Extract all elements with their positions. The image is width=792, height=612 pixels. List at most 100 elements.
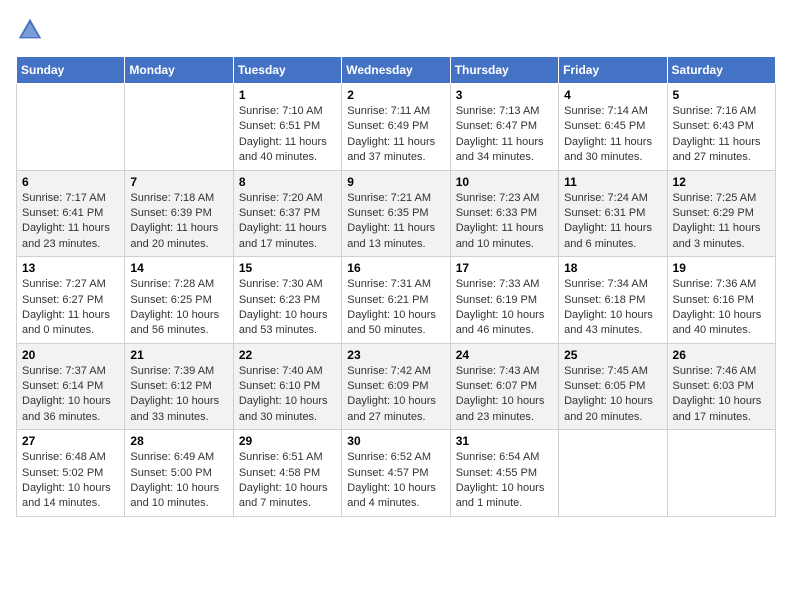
calendar-cell: 15Sunrise: 7:30 AM Sunset: 6:23 PM Dayli… bbox=[233, 257, 341, 344]
day-info: Sunrise: 7:24 AM Sunset: 6:31 PM Dayligh… bbox=[564, 191, 661, 253]
day-info: Sunrise: 7:31 AM Sunset: 6:21 PM Dayligh… bbox=[347, 277, 444, 339]
day-number: 1 bbox=[239, 88, 336, 102]
day-number: 29 bbox=[239, 434, 336, 448]
day-number: 21 bbox=[130, 348, 227, 362]
day-info: Sunrise: 7:28 AM Sunset: 6:25 PM Dayligh… bbox=[130, 277, 227, 339]
day-info: Sunrise: 7:21 AM Sunset: 6:35 PM Dayligh… bbox=[347, 191, 444, 253]
calendar-cell: 9 Sunrise: 7:21 AM Sunset: 6:35 PM Daylig… bbox=[342, 170, 450, 257]
day-number: 16 bbox=[347, 261, 444, 275]
calendar-cell: 5Sunrise: 7:16 AM Sunset: 6:43 PM Daylig… bbox=[667, 84, 775, 171]
calendar-cell: 16 Sunrise: 7:31 AM Sunset: 6:21 PM Dayli… bbox=[342, 257, 450, 344]
day-number: 28 bbox=[130, 434, 227, 448]
day-info: Sunrise: 6:54 AM Sunset: 4:55 PM Dayligh… bbox=[456, 450, 553, 512]
logo bbox=[16, 16, 48, 44]
day-number: 17 bbox=[456, 261, 553, 275]
day-info: Sunrise: 7:13 AM Sunset: 6:47 PM Dayligh… bbox=[456, 104, 553, 166]
calendar-cell: 12 Sunrise: 7:25 AM Sunset: 6:29 PM Dayli… bbox=[667, 170, 775, 257]
day-number: 18 bbox=[564, 261, 661, 275]
day-header-saturday: Saturday bbox=[667, 57, 775, 84]
calendar-cell: 14Sunrise: 7:28 AM Sunset: 6:25 PM Dayli… bbox=[125, 257, 233, 344]
day-number: 4 bbox=[564, 88, 661, 102]
day-header-monday: Monday bbox=[125, 57, 233, 84]
calendar-cell: 11 Sunrise: 7:24 AM Sunset: 6:31 PM Dayli… bbox=[559, 170, 667, 257]
day-number: 22 bbox=[239, 348, 336, 362]
day-info: Sunrise: 7:45 AM Sunset: 6:05 PM Dayligh… bbox=[564, 364, 661, 426]
day-info: Sunrise: 7:27 AM Sunset: 6:27 PM Dayligh… bbox=[22, 277, 119, 339]
calendar-cell: 1 Sunrise: 7:10 AM Sunset: 6:51 PM Daylig… bbox=[233, 84, 341, 171]
calendar-cell: 20 Sunrise: 7:37 AM Sunset: 6:14 PM Dayli… bbox=[17, 343, 125, 430]
day-info: Sunrise: 7:46 AM Sunset: 6:03 PM Dayligh… bbox=[673, 364, 770, 426]
calendar-cell: 13 Sunrise: 7:27 AM Sunset: 6:27 PM Dayli… bbox=[17, 257, 125, 344]
calendar-cell: 25 Sunrise: 7:45 AM Sunset: 6:05 PM Dayli… bbox=[559, 343, 667, 430]
day-info: Sunrise: 7:34 AM Sunset: 6:18 PM Dayligh… bbox=[564, 277, 661, 339]
logo-icon bbox=[16, 16, 44, 44]
calendar-cell: 30 Sunrise: 6:52 AM Sunset: 4:57 PM Dayli… bbox=[342, 430, 450, 517]
calendar-cell: 23 Sunrise: 7:42 AM Sunset: 6:09 PM Dayli… bbox=[342, 343, 450, 430]
day-info: Sunrise: 7:14 AM Sunset: 6:45 PM Dayligh… bbox=[564, 104, 661, 166]
day-info: Sunrise: 7:39 AM Sunset: 6:12 PM Dayligh… bbox=[130, 364, 227, 426]
calendar-cell: 28 Sunrise: 6:49 AM Sunset: 5:00 PM Dayli… bbox=[125, 430, 233, 517]
calendar-cell bbox=[17, 84, 125, 171]
day-info: Sunrise: 7:11 AM Sunset: 6:49 PM Dayligh… bbox=[347, 104, 444, 166]
day-info: Sunrise: 7:36 AM Sunset: 6:16 PM Dayligh… bbox=[673, 277, 770, 339]
day-number: 23 bbox=[347, 348, 444, 362]
day-info: Sunrise: 7:25 AM Sunset: 6:29 PM Dayligh… bbox=[673, 191, 770, 253]
calendar-cell: 29 Sunrise: 6:51 AM Sunset: 4:58 PM Dayli… bbox=[233, 430, 341, 517]
day-number: 20 bbox=[22, 348, 119, 362]
calendar-cell: 21 Sunrise: 7:39 AM Sunset: 6:12 PM Dayli… bbox=[125, 343, 233, 430]
calendar-cell: 27 Sunrise: 6:48 AM Sunset: 5:02 PM Dayli… bbox=[17, 430, 125, 517]
day-number: 6 bbox=[22, 175, 119, 189]
day-number: 11 bbox=[564, 175, 661, 189]
day-number: 9 bbox=[347, 175, 444, 189]
day-info: Sunrise: 7:20 AM Sunset: 6:37 PM Dayligh… bbox=[239, 191, 336, 253]
day-number: 27 bbox=[22, 434, 119, 448]
day-info: Sunrise: 7:23 AM Sunset: 6:33 PM Dayligh… bbox=[456, 191, 553, 253]
calendar-cell: 17 Sunrise: 7:33 AM Sunset: 6:19 PM Dayli… bbox=[450, 257, 558, 344]
calendar-cell: 24Sunrise: 7:43 AM Sunset: 6:07 PM Dayli… bbox=[450, 343, 558, 430]
day-number: 10 bbox=[456, 175, 553, 189]
day-number: 12 bbox=[673, 175, 770, 189]
day-number: 13 bbox=[22, 261, 119, 275]
calendar-table: SundayMondayTuesdayWednesdayThursdayFrid… bbox=[16, 56, 776, 517]
day-header-sunday: Sunday bbox=[17, 57, 125, 84]
calendar-cell: 22 Sunrise: 7:40 AM Sunset: 6:10 PM Dayli… bbox=[233, 343, 341, 430]
calendar-cell: 10 Sunrise: 7:23 AM Sunset: 6:33 PM Dayli… bbox=[450, 170, 558, 257]
day-info: Sunrise: 6:51 AM Sunset: 4:58 PM Dayligh… bbox=[239, 450, 336, 512]
day-header-thursday: Thursday bbox=[450, 57, 558, 84]
day-info: Sunrise: 7:42 AM Sunset: 6:09 PM Dayligh… bbox=[347, 364, 444, 426]
day-info: Sunrise: 6:48 AM Sunset: 5:02 PM Dayligh… bbox=[22, 450, 119, 512]
day-info: Sunrise: 7:10 AM Sunset: 6:51 PM Dayligh… bbox=[239, 104, 336, 166]
day-number: 19 bbox=[673, 261, 770, 275]
calendar-cell bbox=[125, 84, 233, 171]
day-number: 25 bbox=[564, 348, 661, 362]
day-info: Sunrise: 7:40 AM Sunset: 6:10 PM Dayligh… bbox=[239, 364, 336, 426]
day-number: 7 bbox=[130, 175, 227, 189]
day-number: 30 bbox=[347, 434, 444, 448]
calendar-cell: 2 Sunrise: 7:11 AM Sunset: 6:49 PM Daylig… bbox=[342, 84, 450, 171]
page-header bbox=[16, 16, 776, 44]
calendar-cell: 19 Sunrise: 7:36 AM Sunset: 6:16 PM Dayli… bbox=[667, 257, 775, 344]
day-number: 26 bbox=[673, 348, 770, 362]
day-info: Sunrise: 6:49 AM Sunset: 5:00 PM Dayligh… bbox=[130, 450, 227, 512]
day-number: 5 bbox=[673, 88, 770, 102]
calendar-cell: 6 Sunrise: 7:17 AM Sunset: 6:41 PM Daylig… bbox=[17, 170, 125, 257]
calendar-cell: 7 Sunrise: 7:18 AM Sunset: 6:39 PM Daylig… bbox=[125, 170, 233, 257]
day-number: 3 bbox=[456, 88, 553, 102]
day-info: Sunrise: 7:33 AM Sunset: 6:19 PM Dayligh… bbox=[456, 277, 553, 339]
day-info: Sunrise: 7:18 AM Sunset: 6:39 PM Dayligh… bbox=[130, 191, 227, 253]
calendar-cell: 18 Sunrise: 7:34 AM Sunset: 6:18 PM Dayli… bbox=[559, 257, 667, 344]
day-header-tuesday: Tuesday bbox=[233, 57, 341, 84]
day-number: 31 bbox=[456, 434, 553, 448]
day-header-friday: Friday bbox=[559, 57, 667, 84]
day-number: 2 bbox=[347, 88, 444, 102]
calendar-cell: 3 Sunrise: 7:13 AM Sunset: 6:47 PM Daylig… bbox=[450, 84, 558, 171]
calendar-cell: 8 Sunrise: 7:20 AM Sunset: 6:37 PM Daylig… bbox=[233, 170, 341, 257]
day-number: 8 bbox=[239, 175, 336, 189]
calendar-cell: 26 Sunrise: 7:46 AM Sunset: 6:03 PM Dayli… bbox=[667, 343, 775, 430]
day-info: Sunrise: 6:52 AM Sunset: 4:57 PM Dayligh… bbox=[347, 450, 444, 512]
day-info: Sunrise: 7:37 AM Sunset: 6:14 PM Dayligh… bbox=[22, 364, 119, 426]
day-number: 15 bbox=[239, 261, 336, 275]
day-info: Sunrise: 7:17 AM Sunset: 6:41 PM Dayligh… bbox=[22, 191, 119, 253]
calendar-cell: 4 Sunrise: 7:14 AM Sunset: 6:45 PM Daylig… bbox=[559, 84, 667, 171]
day-info: Sunrise: 7:43 AM Sunset: 6:07 PM Dayligh… bbox=[456, 364, 553, 426]
